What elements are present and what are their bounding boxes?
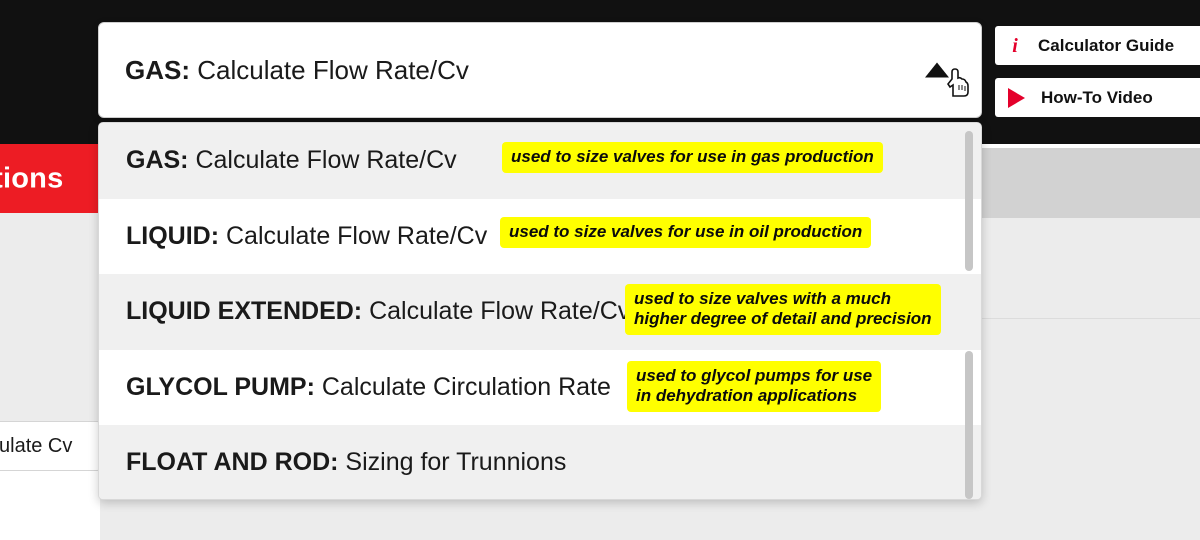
option-text: Calculate Circulation Rate [314,372,611,401]
dropdown-option-liquid-note: used to size valves for use in oil produ… [500,216,872,248]
calculator-type-selected-value: GAS: Calculate Flow Rate/Cv [125,55,469,86]
calculator-guide-button[interactable]: i Calculator Guide [995,26,1200,65]
option-text: Calculate Flow Rate/Cv [188,146,457,175]
calculate-cv-label: Calculate Cv [0,434,73,457]
conditions-banner-label: Conditions [0,162,64,194]
calculator-type-select[interactable]: GAS: Calculate Flow Rate/Cv [98,22,982,118]
how-to-video-button[interactable]: How-To Video [995,78,1200,117]
dropdown-option-float-and-rod-label: FLOAT AND ROD: Sizing for Trunnions [126,448,566,477]
how-to-video-label: How-To Video [1041,87,1153,107]
dropdown-option-glycol-pump[interactable]: GLYCOL PUMP: Calculate Circulation Rate … [99,349,981,425]
info-icon: i [1012,34,1018,57]
calculate-cv-field[interactable]: Calculate Cv [0,421,100,471]
chevron-up-icon[interactable] [925,62,949,78]
dropdown-scrollbar-thumb[interactable] [965,131,973,271]
calculator-guide-label: Calculator Guide [1038,35,1175,55]
option-text: Calculate Flow Rate/Cv [219,221,488,250]
side-actions-panel: i Calculator Guide How-To Video [985,0,1200,144]
option-prefix: LIQUID: [126,221,220,250]
dropdown-option-liquid-extended[interactable]: LIQUID EXTENDED: Calculate Flow Rate/Cv … [99,274,981,350]
bottom-left-panel [0,471,100,540]
play-icon [1008,87,1025,108]
option-prefix: FLOAT AND ROD: [126,448,339,477]
option-text: Sizing for Trunnions [338,448,567,477]
screen-root: Conditions Calculate Cv i Calculator Gui… [0,0,1200,540]
dropdown-option-gas[interactable]: GAS: Calculate Flow Rate/Cv used to size… [99,123,981,199]
dropdown-option-gas-note: used to size valves for use in gas produ… [502,142,883,174]
dropdown-option-liquid-extended-note: used to size valves with a much higher d… [625,284,941,336]
dropdown-option-liquid-label: LIQUID: Calculate Flow Rate/Cv [126,222,487,251]
dropdown-option-gas-label: GAS: Calculate Flow Rate/Cv [126,146,457,175]
option-prefix: GAS: [126,146,189,175]
option-prefix: GLYCOL PUMP: [126,372,315,401]
dropdown-option-liquid[interactable]: LIQUID: Calculate Flow Rate/Cv used to s… [99,198,981,274]
dropdown-option-glycol-pump-label: GLYCOL PUMP: Calculate Circulation Rate [126,373,611,402]
option-text: Calculate Flow Rate/Cv [362,297,631,326]
dropdown-option-liquid-extended-label: LIQUID EXTENDED: Calculate Flow Rate/Cv [126,297,630,326]
dropdown-option-glycol-pump-note: used to glycol pumps for use in dehydrat… [627,360,882,412]
dropdown-scrollbar-thumb-lower[interactable] [965,351,973,499]
selected-text: Calculate Flow Rate/Cv [190,54,469,85]
selected-prefix: GAS: [125,54,190,85]
calculator-type-dropdown[interactable]: GAS: Calculate Flow Rate/Cv used to size… [98,122,982,500]
option-prefix: LIQUID EXTENDED: [126,297,363,326]
dropdown-option-float-and-rod[interactable]: FLOAT AND ROD: Sizing for Trunnions [99,425,981,499]
dropdown-scrollbar[interactable] [965,129,973,499]
